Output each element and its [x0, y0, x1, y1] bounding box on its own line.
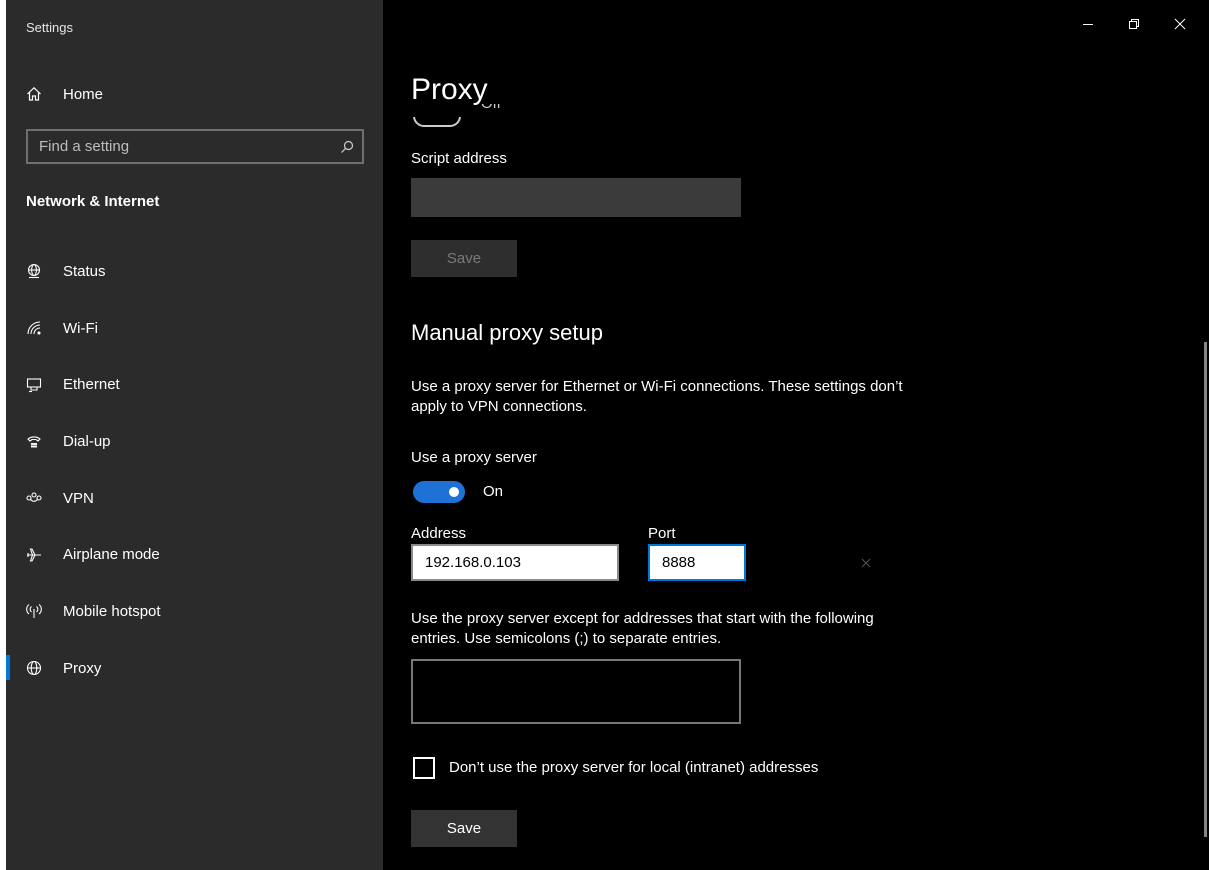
script-address-label: Script address [411, 150, 507, 167]
app-title: Settings [26, 20, 73, 35]
vpn-icon [26, 490, 42, 506]
scrollbar[interactable] [1203, 52, 1209, 870]
settings-window: Settings Home Network & Internet [6, 0, 1209, 870]
sidebar-nav: Status Wi-Fi Ethernet Dial-up VPN Airpla… [6, 243, 383, 697]
local-addresses-checkbox-label: Don’t use the proxy server for local (in… [449, 759, 819, 776]
sidebar-item-label: Airplane mode [63, 546, 160, 564]
address-input[interactable] [413, 546, 624, 579]
sidebar-item-label: Wi-Fi [63, 319, 98, 337]
search-input[interactable] [28, 131, 332, 162]
sidebar-item-airplane-mode[interactable]: Airplane mode [6, 526, 383, 583]
use-proxy-state: On [483, 483, 504, 500]
ethernet-icon [26, 377, 42, 393]
home-label: Home [63, 85, 104, 103]
port-label: Port [648, 525, 676, 542]
search-box[interactable] [26, 129, 364, 164]
globe-icon [26, 660, 42, 676]
manual-proxy-heading: Manual proxy setup [411, 320, 603, 345]
wifi-icon [26, 320, 42, 336]
sidebar-item-proxy[interactable]: Proxy [6, 640, 383, 697]
script-address-input[interactable] [411, 178, 741, 217]
airplane-icon [26, 547, 42, 563]
local-addresses-checkbox[interactable] [413, 757, 435, 779]
sidebar-item-label: Status [63, 262, 106, 280]
sidebar-item-label: Ethernet [63, 376, 120, 394]
sidebar-item-label: VPN [63, 489, 94, 507]
sidebar-item-vpn[interactable]: VPN [6, 470, 383, 527]
automatic-script-toggle[interactable] [413, 117, 463, 129]
manual-proxy-description: Use a proxy server for Ethernet or Wi-Fi… [411, 378, 903, 415]
sidebar-item-mobile-hotspot[interactable]: Mobile hotspot [6, 583, 383, 640]
scrollbar-thumb[interactable] [1204, 342, 1207, 837]
automatic-script-toggle-state: Off [481, 104, 501, 125]
use-proxy-toggle[interactable] [413, 481, 465, 503]
address-field[interactable] [411, 544, 624, 581]
main-content: Proxy Off Script address Save Manual pro… [411, 0, 1191, 870]
dialup-icon [26, 433, 42, 449]
exceptions-description: Use the proxy server except for addresse… [411, 610, 874, 647]
sidebar-item-label: Mobile hotspot [63, 602, 161, 620]
hotspot-icon [26, 603, 42, 619]
clear-icon[interactable] [861, 546, 871, 579]
sidebar-item-label: Dial-up [63, 432, 111, 450]
sidebar-item-status[interactable]: Status [6, 243, 383, 300]
sidebar-item-label: Proxy [63, 659, 102, 677]
globe-status-icon [26, 263, 42, 279]
save-button[interactable]: Save [411, 810, 517, 847]
sidebar-item-wifi[interactable]: Wi-Fi [6, 300, 383, 357]
home-nav-item[interactable]: Home [26, 82, 103, 106]
page-title: Proxy [411, 73, 488, 106]
address-label: Address [411, 525, 467, 542]
sidebar: Settings Home Network & Internet [6, 0, 383, 870]
sidebar-item-ethernet[interactable]: Ethernet [6, 356, 383, 413]
script-save-button[interactable]: Save [411, 240, 517, 277]
port-input[interactable] [650, 546, 861, 579]
home-icon [26, 86, 42, 102]
sidebar-item-dialup[interactable]: Dial-up [6, 413, 383, 470]
exceptions-field[interactable] [411, 659, 741, 724]
exceptions-input[interactable] [413, 661, 739, 722]
port-field[interactable] [648, 544, 871, 581]
use-proxy-label: Use a proxy server [411, 449, 537, 466]
search-icon[interactable] [332, 131, 362, 162]
section-title: Network & Internet [26, 193, 160, 210]
